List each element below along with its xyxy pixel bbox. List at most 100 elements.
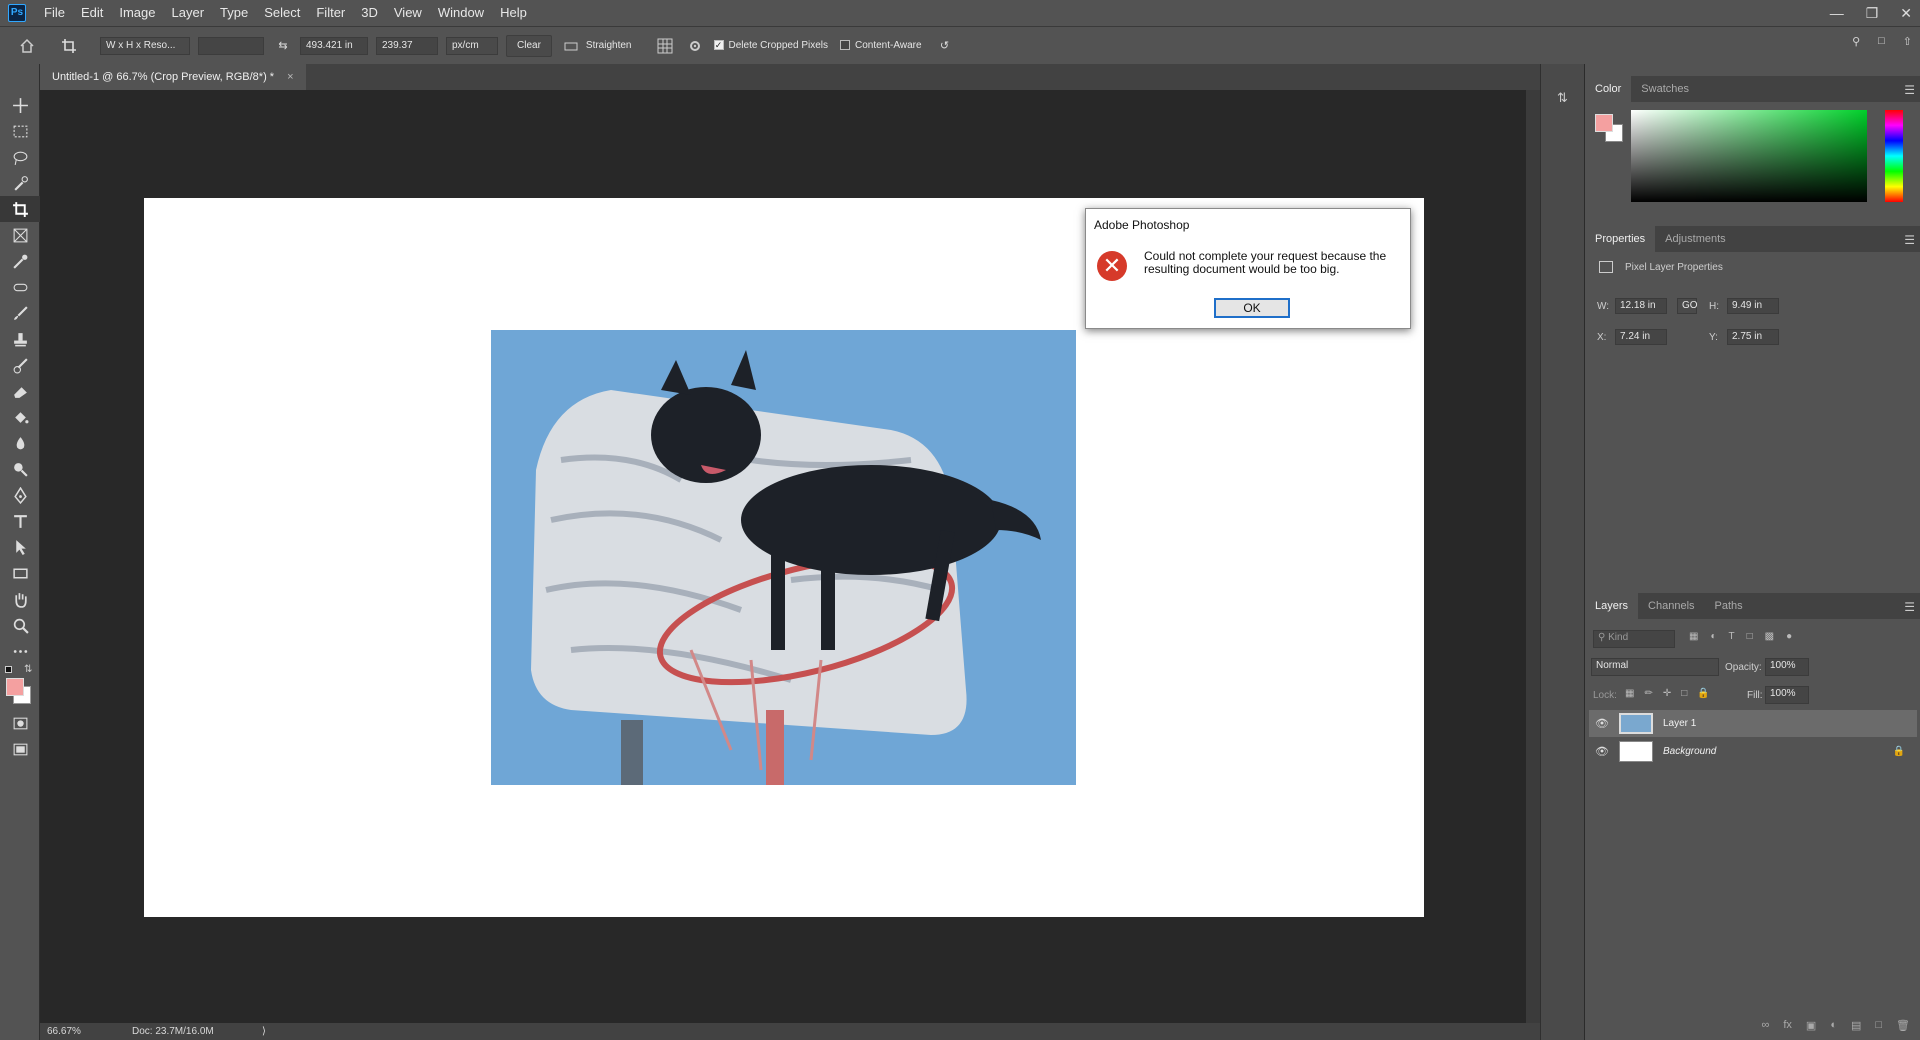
link-layers-icon[interactable]: ∞ xyxy=(1762,1019,1770,1032)
foreground-color-swatch[interactable] xyxy=(6,678,24,696)
crop-tool-preset-icon[interactable] xyxy=(58,35,80,57)
x-field[interactable]: 7.24 in xyxy=(1615,329,1667,345)
layer-row-layer-1[interactable]: 👁 Layer 1 xyxy=(1589,710,1917,737)
workspace-icon[interactable]: □ xyxy=(1878,35,1885,48)
eyedropper-tool-icon[interactable] xyxy=(0,248,40,274)
overlay-grid-icon[interactable] xyxy=(654,35,676,57)
tab-layers[interactable]: Layers xyxy=(1585,593,1639,619)
filter-toggle-icon[interactable]: ● xyxy=(1786,631,1792,642)
share-icon[interactable]: ⇧ xyxy=(1903,35,1912,48)
crop-width-input[interactable]: 493.421 in xyxy=(300,36,368,55)
close-icon[interactable]: ✕ xyxy=(1900,5,1912,22)
y-field[interactable]: 2.75 in xyxy=(1727,329,1779,345)
pen-tool-icon[interactable] xyxy=(0,482,40,508)
crop-tool-icon[interactable] xyxy=(0,196,40,222)
screen-mode-icon[interactable] xyxy=(0,736,40,762)
visibility-eye-icon[interactable]: 👁 xyxy=(1595,717,1609,730)
layer-image-dog-on-basketball-hoop[interactable] xyxy=(491,330,1076,785)
search-icon[interactable]: ⚲ xyxy=(1852,35,1860,48)
tab-properties[interactable]: Properties xyxy=(1585,226,1656,252)
filter-adjustment-icon[interactable]: ◐ xyxy=(1710,631,1716,642)
straighten-icon[interactable] xyxy=(560,35,582,57)
menu-filter[interactable]: Filter xyxy=(308,0,353,26)
marquee-tool-icon[interactable] xyxy=(0,118,40,144)
path-selection-tool-icon[interactable] xyxy=(0,534,40,560)
frame-tool-icon[interactable] xyxy=(0,222,40,248)
menu-window[interactable]: Window xyxy=(430,0,492,26)
swap-colors-icon[interactable]: ⇅ xyxy=(24,664,32,675)
more-tools-icon[interactable] xyxy=(0,638,40,664)
reset-icon[interactable]: ↺ xyxy=(934,35,956,57)
menu-view[interactable]: View xyxy=(386,0,430,26)
zoom-level[interactable]: 66.67% xyxy=(47,1023,81,1040)
ratio-field[interactable] xyxy=(198,36,264,55)
layers-menu-icon[interactable]: ☰ xyxy=(1904,600,1915,614)
brush-tool-icon[interactable] xyxy=(0,300,40,326)
hue-slider[interactable] xyxy=(1885,110,1903,202)
blur-tool-icon[interactable] xyxy=(0,430,40,456)
paint-bucket-tool-icon[interactable] xyxy=(0,404,40,430)
restore-icon[interactable]: ❐ xyxy=(1866,5,1879,22)
type-tool-icon[interactable] xyxy=(0,508,40,534)
gear-icon[interactable] xyxy=(684,35,706,57)
filter-shape-icon[interactable]: □ xyxy=(1747,631,1753,642)
clear-button[interactable]: Clear xyxy=(506,34,552,57)
layer-row-background[interactable]: 👁 Background 🔒 xyxy=(1589,738,1917,765)
document-tab[interactable]: Untitled-1 @ 66.7% (Crop Preview, RGB/8*… xyxy=(40,64,306,90)
new-group-icon[interactable]: ▤ xyxy=(1851,1019,1861,1032)
width-field[interactable]: 12.18 in xyxy=(1615,298,1667,314)
clone-stamp-tool-icon[interactable] xyxy=(0,326,40,352)
tab-adjustments[interactable]: Adjustments xyxy=(1655,226,1736,252)
layer-kind-filter[interactable]: ⚲ Kind xyxy=(1593,630,1675,648)
rectangle-tool-icon[interactable] xyxy=(0,560,40,586)
height-field[interactable]: 9.49 in xyxy=(1727,298,1779,314)
lock-artboard-icon[interactable]: □ xyxy=(1681,688,1687,699)
vertical-scrollbar[interactable] xyxy=(1526,90,1540,1023)
content-aware-checkbox[interactable] xyxy=(840,40,850,51)
menu-select[interactable]: Select xyxy=(256,0,308,26)
lock-transparent-icon[interactable]: ▦ xyxy=(1625,688,1634,699)
delete-cropped-checkbox[interactable]: ✓ xyxy=(713,40,724,51)
zoom-tool-icon[interactable] xyxy=(0,612,40,638)
color-field[interactable] xyxy=(1631,110,1867,202)
tab-swatches[interactable]: Swatches xyxy=(1631,76,1699,102)
crop-height-input[interactable]: 239.37 xyxy=(376,36,438,55)
filter-type-icon[interactable]: T xyxy=(1729,631,1735,642)
link-dimensions-button[interactable]: GO xyxy=(1677,298,1698,314)
tab-channels[interactable]: Channels xyxy=(1638,593,1704,619)
dodge-tool-icon[interactable] xyxy=(0,456,40,482)
filter-smart-object-icon[interactable]: ▩ xyxy=(1765,631,1774,642)
menu-3d[interactable]: 3D xyxy=(353,0,386,26)
opacity-field[interactable]: 100% xyxy=(1765,658,1809,676)
lock-image-icon[interactable]: ✏ xyxy=(1644,688,1652,699)
tab-paths[interactable]: Paths xyxy=(1705,593,1753,619)
new-layer-icon[interactable]: □ xyxy=(1875,1019,1882,1032)
properties-menu-icon[interactable]: ☰ xyxy=(1904,233,1915,247)
lock-position-icon[interactable]: ✛ xyxy=(1663,688,1671,699)
layer-style-icon[interactable]: fx xyxy=(1783,1019,1792,1032)
quick-selection-tool-icon[interactable] xyxy=(0,170,40,196)
delete-cropped-option[interactable]: ✓ Delete Cropped Pixels xyxy=(713,40,828,51)
default-colors-icon[interactable] xyxy=(5,666,12,673)
crop-preset-select[interactable]: W x H x Reso... xyxy=(100,36,190,55)
lasso-tool-icon[interactable] xyxy=(0,144,40,170)
fill-field[interactable]: 100% xyxy=(1765,686,1809,704)
straighten-label[interactable]: Straighten xyxy=(586,40,632,51)
history-panel-icon[interactable]: ⇅ xyxy=(1557,90,1568,106)
minimize-icon[interactable]: — xyxy=(1830,5,1844,21)
content-aware-option[interactable]: Content-Aware xyxy=(840,40,922,51)
menu-edit[interactable]: Edit xyxy=(73,0,111,26)
layer-name[interactable]: Background xyxy=(1663,746,1716,757)
panel-menu-icon[interactable]: ☰ xyxy=(1904,83,1915,97)
menu-image[interactable]: Image xyxy=(111,0,163,26)
menu-help[interactable]: Help xyxy=(492,0,535,26)
home-icon[interactable] xyxy=(16,35,38,57)
menu-file[interactable]: File xyxy=(36,0,73,26)
close-tab-icon[interactable]: × xyxy=(287,71,293,83)
hand-tool-icon[interactable] xyxy=(0,586,40,612)
menu-type[interactable]: Type xyxy=(212,0,256,26)
visibility-eye-icon[interactable]: 👁 xyxy=(1595,745,1609,758)
tab-color[interactable]: Color xyxy=(1585,76,1632,102)
quick-mask-icon[interactable] xyxy=(0,710,40,736)
panel-foreground-swatch[interactable] xyxy=(1595,114,1613,132)
